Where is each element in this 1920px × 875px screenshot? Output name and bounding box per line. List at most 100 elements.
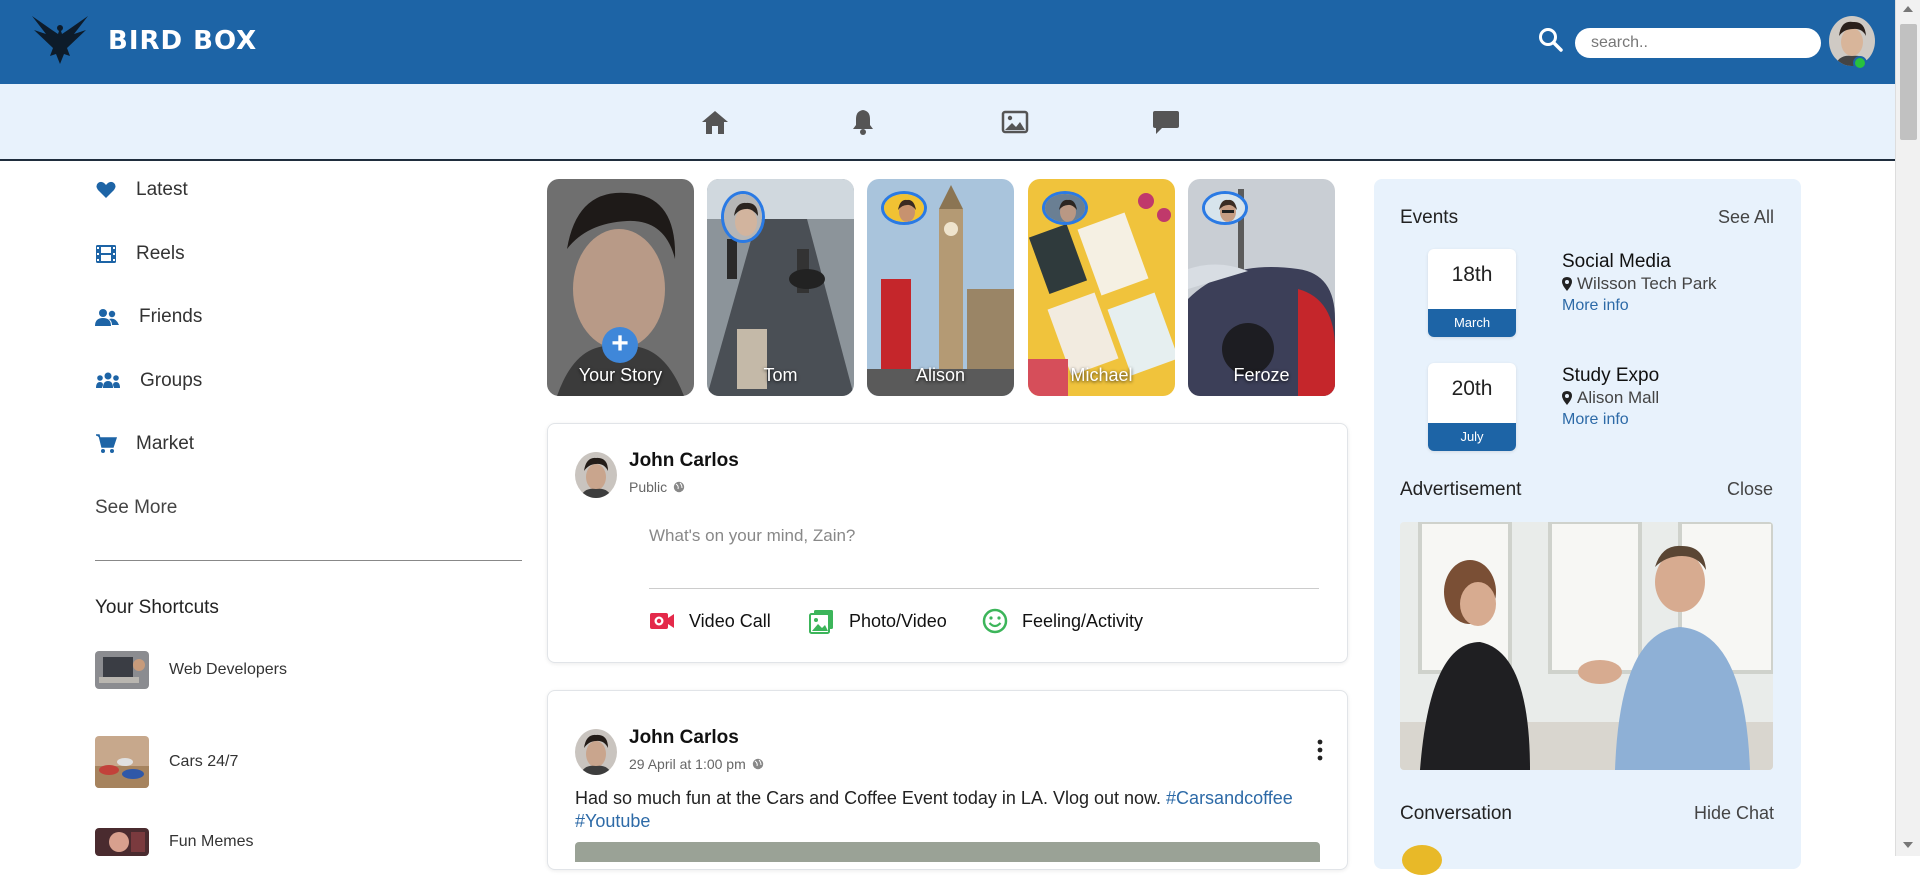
story-tom[interactable]: Tom bbox=[707, 179, 854, 396]
composer-author-name[interactable]: John Carlos bbox=[629, 450, 739, 472]
sidebar-item-friends[interactable]: Friends bbox=[95, 302, 202, 332]
globe-icon bbox=[673, 481, 685, 493]
photo-video-button[interactable]: Photo/Video bbox=[809, 608, 947, 634]
story-avatar bbox=[721, 191, 765, 243]
shortcut-label: Web Developers bbox=[169, 661, 287, 678]
action-label: Feeling/Activity bbox=[1022, 610, 1144, 631]
bird-logo-icon[interactable] bbox=[28, 14, 92, 68]
post-text: Had so much fun at the Cars and Coffee E… bbox=[575, 788, 1162, 808]
hide-chat-button[interactable]: Hide Chat bbox=[1694, 803, 1774, 824]
home-icon[interactable] bbox=[699, 108, 731, 136]
top-bar: BIRD BOX bbox=[0, 0, 1920, 84]
user-avatar[interactable] bbox=[1829, 16, 1875, 66]
sidebar-item-label: Market bbox=[136, 433, 195, 454]
post-avatar[interactable] bbox=[575, 729, 617, 775]
conversation-heading: Conversation bbox=[1400, 803, 1512, 824]
chat-icon[interactable] bbox=[1150, 108, 1182, 136]
globe-icon bbox=[752, 758, 763, 770]
post-body: Had so much fun at the Cars and Coffee E… bbox=[575, 787, 1335, 833]
event-date: 20th July bbox=[1428, 363, 1516, 451]
story-name: Feroze bbox=[1233, 365, 1290, 385]
image-icon[interactable] bbox=[999, 108, 1031, 136]
cart-icon bbox=[96, 434, 117, 453]
search-input[interactable] bbox=[1575, 28, 1821, 58]
more-options-icon[interactable] bbox=[1316, 739, 1324, 761]
event-day: 20th bbox=[1451, 377, 1493, 400]
composer-avatar[interactable] bbox=[575, 452, 617, 498]
film-icon bbox=[96, 245, 116, 263]
story-alison[interactable]: Alison bbox=[867, 179, 1014, 396]
scroll-down-arrow-icon[interactable] bbox=[1903, 842, 1913, 848]
video-icon bbox=[650, 613, 674, 629]
composer-visibility[interactable]: Public bbox=[629, 479, 685, 495]
sidebar-item-reels[interactable]: Reels bbox=[95, 239, 185, 269]
see-more-link[interactable]: See More bbox=[95, 497, 177, 519]
shortcut-web-developers[interactable]: Web Developers bbox=[95, 651, 287, 689]
see-all-link[interactable]: See All bbox=[1718, 207, 1774, 228]
scrollbar-thumb[interactable] bbox=[1900, 24, 1917, 140]
story-michael[interactable]: Michael bbox=[1028, 179, 1175, 396]
shortcut-cars[interactable]: Cars 24/7 bbox=[95, 736, 238, 788]
search-icon[interactable] bbox=[1537, 26, 1565, 54]
scroll-up-arrow-icon[interactable] bbox=[1903, 6, 1913, 12]
events-heading: Events bbox=[1400, 207, 1459, 228]
right-panel: Events See All 18th March Social Media W… bbox=[1374, 179, 1801, 875]
story-name: Michael bbox=[1070, 365, 1133, 385]
page-scrollbar[interactable] bbox=[1895, 0, 1920, 856]
advertisement-image[interactable] bbox=[1400, 522, 1773, 770]
bell-icon[interactable] bbox=[847, 108, 879, 136]
story-feroze[interactable]: Feroze bbox=[1188, 179, 1335, 396]
photo-icon bbox=[809, 610, 833, 634]
map-pin-icon bbox=[1562, 277, 1572, 291]
post-meta: 29 April at 1:00 pm bbox=[629, 756, 764, 772]
shortcut-fun-memes[interactable]: Fun Memes bbox=[95, 828, 253, 856]
shortcut-label: Fun Memes bbox=[169, 833, 254, 850]
post-image[interactable] bbox=[575, 842, 1320, 862]
shortcut-thumbnail bbox=[95, 828, 149, 856]
post-composer-input[interactable] bbox=[649, 526, 1319, 546]
visibility-label: Public bbox=[629, 479, 668, 495]
post-card: John Carlos 29 April at 1:00 pm Had so m… bbox=[547, 690, 1348, 870]
add-story-icon[interactable]: + bbox=[602, 327, 638, 363]
sidebar-item-latest[interactable]: Latest bbox=[95, 175, 188, 205]
action-label: Photo/Video bbox=[849, 610, 947, 631]
brand-name[interactable]: BIRD BOX bbox=[108, 26, 257, 56]
event-title[interactable]: Study Expo bbox=[1562, 365, 1659, 387]
event-location-label: Wilsson Tech Park bbox=[1577, 274, 1717, 293]
event-month: March bbox=[1428, 309, 1516, 337]
story-avatar bbox=[881, 191, 927, 225]
feeling-activity-button[interactable]: Feeling/Activity bbox=[982, 608, 1143, 634]
video-call-button[interactable]: Video Call bbox=[649, 608, 771, 634]
sidebar-item-market[interactable]: Market bbox=[95, 429, 194, 459]
map-pin-icon bbox=[1562, 391, 1572, 405]
sidebar-item-groups[interactable]: Groups bbox=[95, 366, 202, 396]
shortcut-label: Cars 24/7 bbox=[169, 753, 239, 770]
post-timestamp[interactable]: 29 April at 1:00 pm bbox=[629, 756, 746, 772]
chat-contact-avatar[interactable] bbox=[1402, 845, 1442, 875]
smile-icon bbox=[982, 608, 1008, 634]
composer-divider bbox=[649, 588, 1319, 589]
close-ad-button[interactable]: Close bbox=[1727, 479, 1773, 500]
event-more-info-link[interactable]: More info bbox=[1562, 297, 1629, 315]
group-icon bbox=[96, 372, 120, 388]
event-day: 18th bbox=[1451, 263, 1493, 286]
event-date: 18th March bbox=[1428, 249, 1516, 337]
sidebar-item-label: Groups bbox=[140, 370, 203, 391]
online-status-dot bbox=[1853, 56, 1867, 70]
story-name: Tom bbox=[763, 365, 798, 385]
sidebar-item-label: Latest bbox=[136, 179, 188, 200]
event-title[interactable]: Social Media bbox=[1562, 251, 1671, 273]
hashtag-link[interactable]: #Carsandcoffee bbox=[1166, 788, 1293, 808]
event-location-label: Alison Mall bbox=[1577, 388, 1660, 407]
story-name: Alison bbox=[915, 365, 966, 385]
story-avatar bbox=[1042, 191, 1088, 225]
event-more-info-link[interactable]: More info bbox=[1562, 411, 1629, 429]
sidebar-divider bbox=[95, 560, 522, 561]
hashtag-link[interactable]: #Youtube bbox=[575, 811, 650, 831]
sidebar-item-label: Friends bbox=[139, 306, 203, 327]
post-author-name[interactable]: John Carlos bbox=[629, 727, 739, 749]
story-your-story[interactable]: + Your Story bbox=[547, 179, 694, 396]
advertisement-heading: Advertisement bbox=[1400, 479, 1522, 500]
shortcut-thumbnail bbox=[95, 651, 149, 689]
nav-bar bbox=[0, 84, 1920, 161]
